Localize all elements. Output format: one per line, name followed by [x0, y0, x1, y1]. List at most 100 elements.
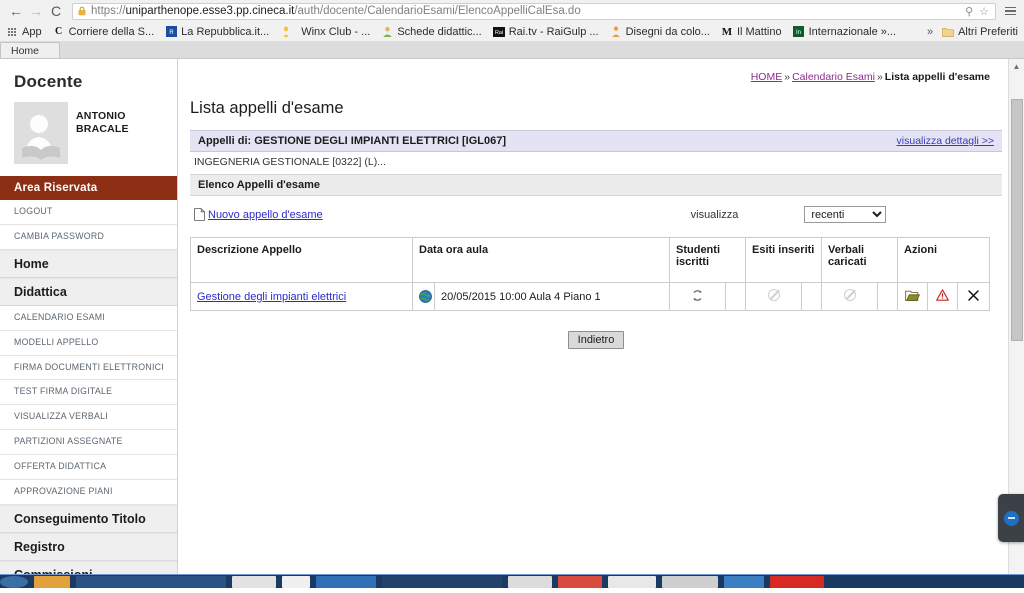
- bookmark-repubblica[interactable]: R La Repubblica.it...: [165, 26, 269, 38]
- winx-icon: [280, 26, 292, 38]
- bookmark-mattino[interactable]: M Il Mattino: [721, 26, 782, 38]
- sidebar: Docente ANTONIO BRACALE Area Riservata L…: [0, 59, 178, 588]
- taskbar-item[interactable]: [76, 575, 226, 588]
- bookmark-label: Schede didattic...: [397, 25, 482, 38]
- forward-arrow-icon[interactable]: →: [26, 1, 46, 21]
- bookmarks-overflow-chevron[interactable]: »: [927, 26, 933, 38]
- table-row: Gestione degli impianti elettrici 20/05/…: [190, 282, 991, 311]
- breadcrumb-calendario-esami[interactable]: Calendario Esami: [792, 71, 875, 83]
- appello-link[interactable]: Gestione degli impianti elettrici: [197, 291, 346, 303]
- sidebar-item-didattica[interactable]: Didattica: [0, 277, 177, 306]
- action-warning[interactable]: [927, 282, 959, 311]
- scroll-up-arrow-icon[interactable]: ▲: [1009, 59, 1024, 73]
- taskbar-item[interactable]: [508, 575, 552, 588]
- raitv-icon: Rai: [492, 26, 505, 38]
- hamburger-menu-icon[interactable]: [1002, 6, 1018, 16]
- loading-spinner-icon: [693, 289, 702, 301]
- visualizza-select[interactable]: recenti: [804, 206, 887, 223]
- taskbar-item[interactable]: [608, 575, 656, 588]
- bookmark-apps[interactable]: App: [6, 26, 42, 38]
- nuovo-appello-group[interactable]: Nuovo appello d'esame: [194, 208, 323, 221]
- sidebar-item-conseguimento-titolo[interactable]: Conseguimento Titolo: [0, 504, 177, 533]
- sidebar-item-logout[interactable]: LOGOUT: [0, 200, 177, 225]
- schede-icon: [381, 26, 393, 38]
- taskbar-item[interactable]: [34, 575, 70, 588]
- floating-side-widget[interactable]: [998, 494, 1024, 542]
- nuovo-appello-link[interactable]: Nuovo appello d'esame: [208, 209, 323, 221]
- folder-icon: [942, 26, 954, 38]
- taskbar-item[interactable]: [282, 575, 310, 588]
- taskbar-start-button[interactable]: [0, 575, 28, 588]
- cell-esiti-inseriti: [745, 282, 802, 311]
- taskbar-item[interactable]: [724, 575, 764, 588]
- cell-studenti-iscritti: [669, 282, 726, 311]
- bookmark-star-icon[interactable]: ☆: [979, 5, 989, 18]
- bookmark-disegni[interactable]: Disegni da colo...: [610, 26, 710, 38]
- taskbar-item[interactable]: [382, 575, 502, 588]
- taskbar-item[interactable]: [232, 575, 276, 588]
- url-path: /auth/docente/CalendarioEsami/ElencoAppe…: [294, 5, 581, 17]
- sidebar-item-calendario-esami[interactable]: CALENDARIO ESAMI: [0, 306, 177, 331]
- bookmark-internazionale[interactable]: In Internazionale »...: [793, 26, 896, 38]
- disegni-icon: [610, 26, 622, 38]
- bookmark-corriere[interactable]: C Corriere della S...: [53, 25, 155, 38]
- cell-studenti-spacer: [725, 282, 746, 311]
- breadcrumb-home[interactable]: HOME: [751, 71, 783, 83]
- url-protocol: https://: [91, 5, 126, 17]
- search-icon[interactable]: ⚲: [965, 5, 973, 18]
- th-data-ora-aula: Data ora aula: [412, 237, 670, 283]
- toolbar-row: Nuovo appello d'esame visualizza recenti: [190, 196, 1002, 237]
- breadcrumb-separator: »: [784, 71, 791, 83]
- sidebar-item-firma-documenti[interactable]: FIRMA DOCUMENTI ELETTRONICI: [0, 356, 177, 381]
- taskbar-item[interactable]: [558, 575, 602, 588]
- no-entry-icon: [843, 289, 856, 301]
- sidebar-item-home[interactable]: Home: [0, 249, 177, 278]
- action-open-folder[interactable]: [897, 282, 929, 311]
- cell-descrizione: Gestione degli impianti elettrici: [190, 282, 413, 311]
- bookmark-label: Corriere della S...: [68, 25, 155, 38]
- cell-verbali-spacer: [877, 282, 899, 311]
- sidebar-item-test-firma-digitale[interactable]: TEST FIRMA DIGITALE: [0, 380, 177, 406]
- button-row: Indietro: [190, 311, 1002, 349]
- open-folder-icon: [905, 290, 921, 301]
- bookmark-schede[interactable]: Schede didattic...: [381, 25, 482, 38]
- svg-text:In: In: [796, 30, 801, 36]
- taskbar-item[interactable]: [316, 575, 376, 588]
- visualizza-dettagli-link[interactable]: visualizza dettagli >>: [897, 135, 994, 147]
- sidebar-item-modelli-appello[interactable]: MODELLI APPELLO: [0, 331, 177, 356]
- tab-home[interactable]: Home: [0, 42, 60, 58]
- th-studenti-iscritti: Studenti iscritti: [669, 237, 746, 283]
- sidebar-item-visualizza-verbali[interactable]: VISUALIZZA VERBALI: [0, 405, 177, 431]
- bookmark-winx[interactable]: Winx Club - ...: [280, 26, 370, 38]
- warning-triangle-icon: [936, 289, 949, 301]
- breadcrumb: HOME» Calendario Esami» Lista appelli d'es…: [190, 59, 1002, 83]
- taskbar-item[interactable]: [770, 575, 824, 588]
- indietro-button[interactable]: Indietro: [567, 331, 625, 349]
- bookmark-label: La Repubblica.it...: [181, 25, 270, 38]
- tab-strip: Home: [0, 41, 1024, 59]
- breadcrumb-separator: »: [876, 71, 883, 83]
- avatar: [14, 102, 68, 164]
- profile-block: ANTONIO BRACALE: [0, 102, 177, 176]
- sidebar-item-registro[interactable]: Registro: [0, 532, 177, 561]
- cell-verbali-caricati: [821, 282, 879, 311]
- bookmark-label: Rai.tv - RaiGulp ...: [508, 25, 599, 38]
- scrollbar-thumb[interactable]: [1011, 99, 1023, 341]
- bookmark-other-folder[interactable]: Altri Preferiti: [942, 26, 1018, 38]
- bookmark-raitv[interactable]: Rai Rai.tv - RaiGulp ...: [492, 25, 599, 38]
- taskbar-item[interactable]: [662, 575, 718, 588]
- cell-data-ora-aula: 20/05/2015 10:00 Aula 4 Piano 1: [434, 282, 670, 311]
- reload-icon[interactable]: C: [46, 1, 66, 21]
- svg-text:Rai: Rai: [495, 30, 503, 36]
- breadcrumb-current: Lista appelli d'esame: [884, 71, 990, 83]
- sidebar-item-partizioni-assegnate[interactable]: PARTIZIONI ASSEGNATE: [0, 430, 177, 455]
- back-arrow-icon[interactable]: ←: [6, 1, 26, 21]
- bookmark-label: Winx Club - ...: [301, 25, 371, 38]
- address-bar[interactable]: https://uniparthenope.esse3.pp.cineca.it…: [72, 2, 996, 20]
- user-placeholder-icon: [14, 102, 68, 164]
- action-close[interactable]: [957, 282, 991, 311]
- no-entry-icon: [767, 289, 780, 301]
- sidebar-item-approvazione-piani[interactable]: APPROVAZIONE PIANI: [0, 480, 177, 505]
- sidebar-item-cambia-password[interactable]: CAMBIA PASSWORD: [0, 225, 177, 250]
- sidebar-item-offerta-didattica[interactable]: OFFERTA DIDATTICA: [0, 455, 177, 480]
